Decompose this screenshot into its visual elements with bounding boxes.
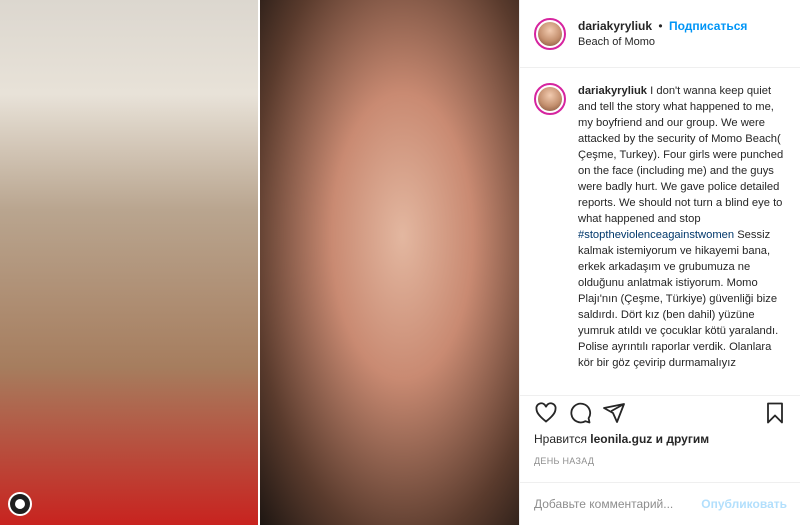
- avatar[interactable]: [534, 17, 566, 50]
- post-media[interactable]: [0, 0, 519, 525]
- comment-bar: Опубликовать: [520, 482, 800, 525]
- publish-button[interactable]: Опубликовать: [701, 497, 787, 511]
- photo-injured-face: [260, 0, 519, 525]
- likes-others-link[interactable]: и другим: [656, 432, 709, 446]
- likes-prefix: Нравится: [534, 432, 587, 446]
- likes-user-link[interactable]: leonila.guz: [590, 432, 652, 446]
- action-bar: [520, 395, 800, 429]
- separator-dot: •: [658, 18, 663, 33]
- post-timestamp[interactable]: ДЕНЬ НАЗАД: [534, 456, 594, 466]
- author-username[interactable]: dariakyryliuk: [578, 19, 652, 33]
- comment-input[interactable]: [534, 497, 702, 511]
- caption-body-tr: Sessiz kalmak istemiyorum ve hikayemi ba…: [578, 229, 779, 369]
- caption-username[interactable]: dariakyryliuk: [578, 85, 647, 97]
- caption-body-en: I don't wanna keep quiet and tell the st…: [578, 85, 784, 225]
- likes-summary: Нравится leonila.guz и другим: [534, 432, 709, 446]
- hashtag-link[interactable]: #stoptheviolenceagainstwomen: [578, 229, 734, 241]
- share-icon[interactable]: [600, 399, 628, 427]
- photo-smiling-woman: [0, 0, 258, 525]
- tagged-user-icon[interactable]: [8, 492, 32, 516]
- post-location[interactable]: Beach of Momo: [578, 34, 747, 50]
- comment-icon[interactable]: [566, 399, 594, 427]
- caption-text: dariakyryliuk I don't wanna keep quiet a…: [578, 83, 787, 391]
- post-sidebar: dariakyryliuk • Подписаться Beach of Mom…: [519, 0, 800, 525]
- follow-button[interactable]: Подписаться: [669, 19, 747, 33]
- caption-avatar[interactable]: [534, 83, 566, 115]
- heart-icon[interactable]: [532, 399, 560, 427]
- caption-scroll-area[interactable]: dariakyryliuk I don't wanna keep quiet a…: [520, 69, 800, 391]
- post-header: dariakyryliuk • Подписаться Beach of Mom…: [520, 0, 800, 68]
- bookmark-icon[interactable]: [761, 399, 789, 427]
